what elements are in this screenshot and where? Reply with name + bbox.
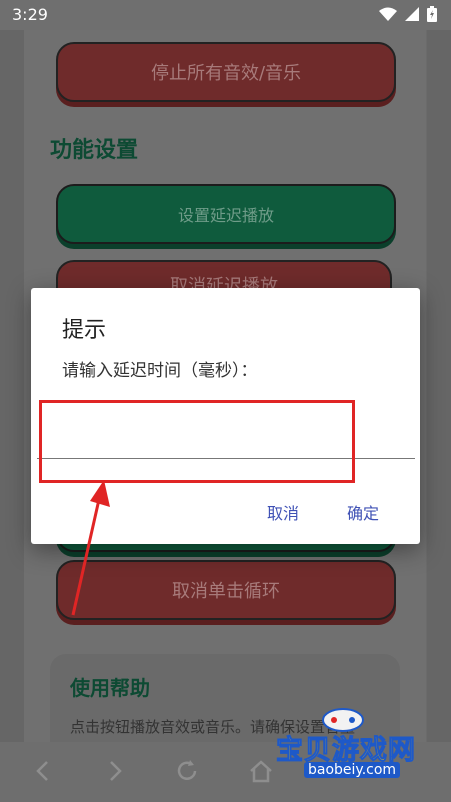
annotation-arrow-icon (71, 480, 110, 616)
watermark-logo: 宝贝游戏网 baobeiy.com (270, 706, 446, 786)
watermark-url: baobeiy.com (304, 762, 401, 778)
